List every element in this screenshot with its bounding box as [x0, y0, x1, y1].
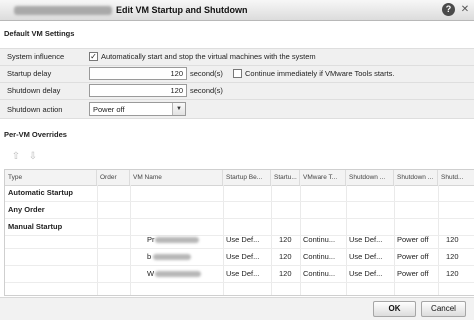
shutdown-action-label: Shutdown action: [7, 105, 63, 114]
ok-button[interactable]: OK: [373, 301, 416, 317]
close-icon[interactable]: ✕: [459, 3, 471, 16]
cancel-button[interactable]: Cancel: [421, 301, 466, 317]
column-header-order[interactable]: Order: [97, 170, 130, 185]
shutdown-action-row: [0, 99, 474, 119]
system-influence-text: Automatically start and stop the virtual…: [101, 52, 316, 61]
vm-name: b: [147, 252, 152, 261]
table-row[interactable]: b Use Def... 120 Continu... Use Def... P…: [5, 249, 474, 266]
column-header-vm-name[interactable]: VM Name: [130, 170, 223, 185]
chevron-down-icon[interactable]: ▼: [172, 103, 185, 115]
vmware-tools-cell: Continu...: [303, 269, 336, 278]
shutdown-delay-input[interactable]: 120: [89, 84, 187, 97]
vmware-tools-cell: Continu...: [303, 235, 336, 244]
shutdown-delay-unit: second(s): [190, 86, 223, 95]
dialog-footer: OK Cancel: [0, 297, 474, 320]
shutdown-delay-row: [0, 82, 474, 99]
vmware-tools-cell: Continu...: [303, 252, 336, 261]
column-header-vmware-tools[interactable]: VMware T...: [300, 170, 346, 185]
shutdown-delay-label: Shutdown delay: [7, 86, 61, 95]
group-automatic-startup: Automatic Startup: [8, 188, 74, 197]
vm-name-redacted: [155, 271, 201, 277]
column-header-startup-behavior[interactable]: Startup Be...: [223, 170, 271, 185]
vm-name-redacted: [153, 254, 191, 260]
shutdown-action-cell: Power off: [397, 269, 429, 278]
table-row[interactable]: Automatic Startup: [5, 185, 474, 202]
table-row[interactable]: W Use Def... 120 Continu... Use Def... P…: [5, 266, 474, 283]
system-influence-label: System influence: [7, 52, 65, 61]
table-row[interactable]: Any Order: [5, 202, 474, 219]
shutdown-delay-cell: 120: [446, 269, 459, 278]
column-header-shutdown-behavior[interactable]: Shutdown ...: [346, 170, 394, 185]
overrides-heading: Per-VM Overrides: [4, 130, 67, 139]
shutdown-behavior-cell: Use Def...: [349, 235, 383, 244]
column-header-type[interactable]: Type: [5, 170, 97, 185]
host-name-redacted: [14, 6, 112, 15]
table-row[interactable]: Pr Use Def... 120 Continu... Use Def... …: [5, 232, 474, 249]
continue-immediately-text: Continue immediately if VMware Tools sta…: [245, 69, 395, 78]
startup-delay-cell: 120: [279, 269, 292, 278]
shutdown-action-cell: Power off: [397, 235, 429, 244]
column-header-shutdown-delay[interactable]: Shutd...: [438, 170, 474, 185]
startup-delay-unit: second(s): [190, 69, 223, 78]
startup-behavior-cell: Use Def...: [226, 235, 260, 244]
startup-behavior-cell: Use Def...: [226, 269, 260, 278]
startup-behavior-cell: Use Def...: [226, 252, 260, 261]
table-header: Type Order VM Name Startup Be... Startu.…: [5, 170, 474, 186]
startup-delay-cell: 120: [279, 252, 292, 261]
column-header-startup-delay[interactable]: Startu...: [271, 170, 300, 185]
startup-delay-cell: 120: [279, 235, 292, 244]
shutdown-behavior-cell: Use Def...: [349, 252, 383, 261]
shutdown-action-select[interactable]: Power off ▼: [89, 102, 186, 116]
system-influence-checkbox[interactable]: ✓: [89, 52, 98, 61]
shutdown-delay-cell: 120: [446, 235, 459, 244]
move-up-icon[interactable]: ⇧: [10, 151, 22, 163]
shutdown-action-value: Power off: [93, 105, 125, 114]
vm-name: W: [147, 269, 155, 278]
shutdown-behavior-cell: Use Def...: [349, 269, 383, 278]
overrides-table: Type Order VM Name Startup Be... Startu.…: [4, 169, 474, 296]
startup-delay-label: Startup delay: [7, 69, 52, 78]
shutdown-delay-cell: 120: [446, 252, 459, 261]
move-down-icon[interactable]: ⇩: [27, 151, 39, 163]
default-settings-heading: Default VM Settings: [4, 29, 75, 38]
column-header-shutdown-action[interactable]: Shutdown ...: [394, 170, 438, 185]
vm-name: Pr: [147, 235, 155, 244]
vm-name-redacted: [155, 237, 199, 243]
continue-immediately-checkbox[interactable]: [233, 69, 242, 78]
window-title: Edit VM Startup and Shutdown: [116, 5, 248, 15]
shutdown-action-cell: Power off: [397, 252, 429, 261]
group-any-order: Any Order: [8, 205, 45, 214]
startup-delay-input[interactable]: 120: [89, 67, 187, 80]
window-titlebar: Edit VM Startup and Shutdown ? ✕: [0, 0, 474, 21]
help-icon[interactable]: ?: [442, 3, 455, 16]
